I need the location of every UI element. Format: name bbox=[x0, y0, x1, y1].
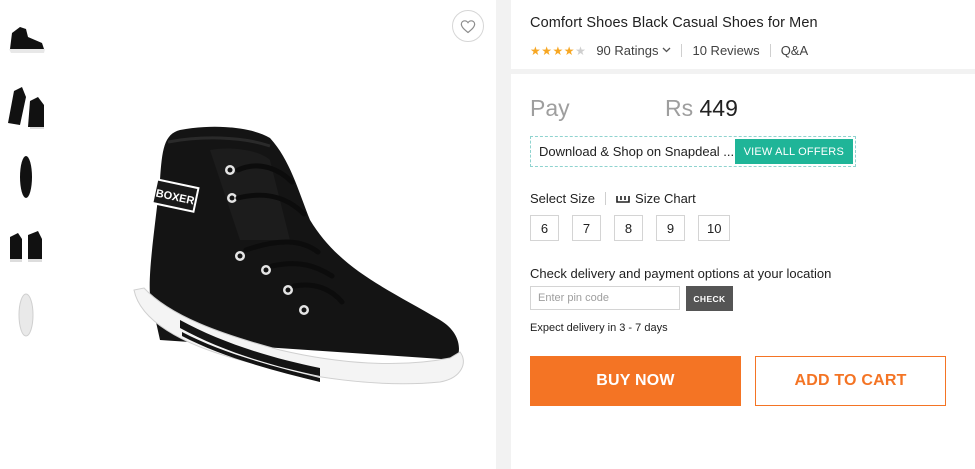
check-pincode-button[interactable]: CHECK bbox=[686, 286, 733, 311]
title-block: Comfort Shoes Black Casual Shoes for Men… bbox=[511, 0, 975, 74]
divider bbox=[681, 44, 683, 57]
pin-code-input[interactable] bbox=[530, 286, 680, 310]
product-title: Comfort Shoes Black Casual Shoes for Men bbox=[530, 15, 818, 31]
add-to-cart-button[interactable]: ADD TO CART bbox=[755, 356, 946, 406]
size-option-7[interactable]: 7 bbox=[572, 215, 601, 241]
ratings-link[interactable]: 90 Ratings bbox=[596, 43, 671, 58]
thumbnail-3[interactable] bbox=[4, 152, 48, 202]
size-chart-label: Size Chart bbox=[635, 191, 696, 206]
thumbnail-5[interactable] bbox=[4, 290, 48, 340]
rating-row: ★★★★★ 90 Ratings 10 Reviews Q&A bbox=[530, 43, 808, 58]
star-empty-icon: ★ bbox=[575, 43, 587, 58]
star-filled-icon: ★ bbox=[552, 43, 564, 58]
heart-icon bbox=[460, 19, 476, 33]
star-filled-icon: ★ bbox=[541, 43, 553, 58]
product-main-image: BOXER bbox=[120, 120, 470, 410]
thumbnail-1[interactable] bbox=[4, 14, 48, 64]
product-gallery: BOXER bbox=[0, 0, 496, 469]
product-details-panel: Comfort Shoes Black Casual Shoes for Men… bbox=[511, 0, 975, 469]
price: Rs 449 bbox=[665, 95, 738, 122]
ratings-count: 90 Ratings bbox=[596, 43, 659, 58]
delivery-label: Check delivery and payment options at yo… bbox=[530, 266, 832, 281]
star-filled-icon: ★ bbox=[530, 43, 542, 58]
reviews-link[interactable]: 10 Reviews bbox=[692, 43, 759, 58]
panel-separator bbox=[496, 0, 511, 469]
divider bbox=[605, 192, 607, 205]
chevron-down-icon bbox=[662, 45, 671, 56]
buy-now-button[interactable]: BUY NOW bbox=[530, 356, 741, 406]
thumbnail-2[interactable] bbox=[4, 82, 48, 132]
pay-label: Pay bbox=[530, 95, 570, 121]
currency-label: Rs bbox=[665, 95, 694, 121]
size-option-9[interactable]: 9 bbox=[656, 215, 685, 241]
thumbnail-4[interactable] bbox=[4, 220, 48, 270]
size-options: 6 7 8 9 10 bbox=[530, 215, 743, 241]
expected-delivery-text: Expect delivery in 3 - 7 days bbox=[530, 322, 668, 334]
view-all-offers-button[interactable]: VIEW ALL OFFERS bbox=[734, 139, 853, 164]
wishlist-button[interactable] bbox=[452, 10, 484, 42]
price-amount: 449 bbox=[699, 95, 738, 121]
star-filled-icon: ★ bbox=[563, 43, 576, 58]
select-size-label: Select Size bbox=[530, 191, 596, 206]
divider bbox=[769, 44, 771, 57]
offer-text: Download & Shop on Snapdeal ... bbox=[539, 144, 735, 159]
size-option-10[interactable]: 10 bbox=[698, 215, 731, 241]
size-option-8[interactable]: 8 bbox=[614, 215, 643, 241]
size-header: Select Size Size Chart bbox=[530, 191, 696, 206]
star-rating: ★★★★★ bbox=[530, 44, 586, 58]
qa-link[interactable]: Q&A bbox=[781, 43, 808, 58]
size-chart-link[interactable]: Size Chart bbox=[616, 191, 696, 206]
ruler-icon bbox=[616, 191, 630, 206]
size-option-6[interactable]: 6 bbox=[530, 215, 559, 241]
offer-box: Download & Shop on Snapdeal ... VIEW ALL… bbox=[530, 136, 856, 167]
